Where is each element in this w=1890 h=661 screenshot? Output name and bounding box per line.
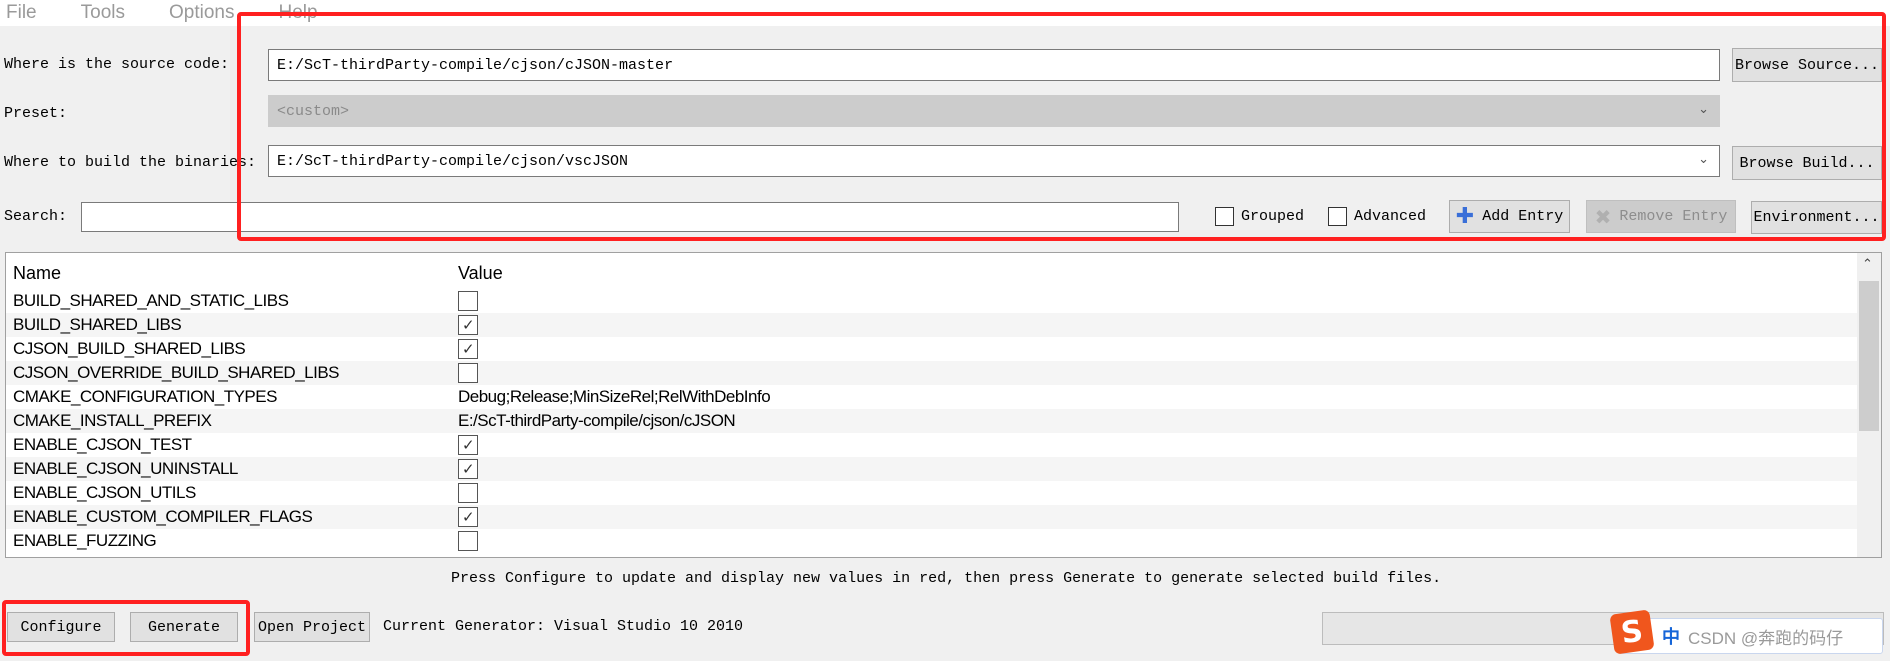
csdn-watermark: CSDN @奔跑的码仔 <box>1688 628 1844 648</box>
row-value-checkbox[interactable] <box>458 483 478 503</box>
current-generator: Current Generator: Visual Studio 10 2010 <box>383 618 744 635</box>
preset-label: Preset: <box>4 105 68 122</box>
open-project-button[interactable]: Open Project <box>254 612 370 642</box>
row-name: BUILD_SHARED_AND_STATIC_LIBS <box>13 291 289 310</box>
table-row[interactable]: ENABLE_FUZZING <box>6 529 1859 553</box>
row-name: ENABLE_CUSTOM_COMPILER_FLAGS <box>13 507 313 526</box>
table-row[interactable]: ENABLE_CUSTOM_COMPILER_FLAGS ✓ <box>6 505 1859 529</box>
build-label: Where to build the binaries: <box>4 154 257 171</box>
row-name: CMAKE_CONFIGURATION_TYPES <box>13 387 277 406</box>
empty-checkbox[interactable] <box>458 291 478 311</box>
row-name: CMAKE_INSTALL_PREFIX <box>13 411 212 430</box>
column-header-name[interactable]: Name <box>13 263 61 284</box>
row-value[interactable]: E:/ScT-thirdParty-compile/cjson/cJSON <box>458 411 736 431</box>
scroll-up-icon[interactable]: ⌃ <box>1862 257 1873 272</box>
menu-options[interactable]: Options <box>163 2 234 24</box>
empty-checkbox[interactable] <box>458 483 478 503</box>
status-message: Press Configure to update and display ne… <box>451 570 1442 587</box>
highlight-box-bottom <box>2 600 250 656</box>
checkmark-icon[interactable]: ✓ <box>458 339 478 359</box>
ime-toolbar: S 中 CSDN @奔跑的码仔 <box>1609 609 1883 655</box>
row-value-checkbox[interactable]: ✓ <box>458 315 478 335</box>
checkmark-icon[interactable]: ✓ <box>458 315 478 335</box>
scrollbar-thumb[interactable] <box>1859 281 1879 431</box>
table-row[interactable]: CMAKE_INSTALL_PREFIX E:/ScT-thirdParty-co… <box>6 409 1859 433</box>
vertical-scrollbar[interactable]: ⌃ <box>1857 253 1881 557</box>
menu-file[interactable]: File <box>0 2 37 24</box>
column-header-value[interactable]: Value <box>458 263 503 284</box>
menu-tools[interactable]: Tools <box>75 2 125 24</box>
row-value-checkbox[interactable] <box>458 531 478 551</box>
table-row[interactable]: ENABLE_CJSON_UTILS <box>6 481 1859 505</box>
table-row[interactable]: CJSON_BUILD_SHARED_LIBS ✓ <box>6 337 1859 361</box>
row-name: BUILD_SHARED_LIBS <box>13 315 182 334</box>
row-value-checkbox[interactable]: ✓ <box>458 459 478 479</box>
table-row[interactable]: CJSON_OVERRIDE_BUILD_SHARED_LIBS <box>6 361 1859 385</box>
row-value-checkbox[interactable]: ✓ <box>458 435 478 455</box>
cache-table: Name Value BUILD_SHARED_AND_STATIC_LIBS B… <box>5 252 1882 558</box>
table-row[interactable]: BUILD_SHARED_AND_STATIC_LIBS <box>6 289 1859 313</box>
checkmark-icon[interactable]: ✓ <box>458 459 478 479</box>
empty-checkbox[interactable] <box>458 363 478 383</box>
highlight-box-top <box>237 12 1886 241</box>
row-name: ENABLE_FUZZING <box>13 531 157 550</box>
row-name: ENABLE_CJSON_UNINSTALL <box>13 459 238 478</box>
source-label: Where is the source code: <box>4 56 230 73</box>
search-label: Search: <box>4 208 68 225</box>
table-row[interactable]: BUILD_SHARED_LIBS ✓ <box>6 313 1859 337</box>
table-row[interactable]: ENABLE_CJSON_TEST ✓ <box>6 433 1859 457</box>
row-name: ENABLE_CJSON_TEST <box>13 435 192 454</box>
empty-checkbox[interactable] <box>458 531 478 551</box>
row-value-checkbox[interactable]: ✓ <box>458 507 478 527</box>
row-value[interactable]: Debug;Release;MinSizeRel;RelWithDebInfo <box>458 387 771 407</box>
checkmark-icon[interactable]: ✓ <box>458 435 478 455</box>
ime-chinese-mode[interactable]: 中 <box>1662 623 1680 649</box>
row-value-checkbox[interactable]: ✓ <box>458 339 478 359</box>
row-name: CJSON_OVERRIDE_BUILD_SHARED_LIBS <box>13 363 340 382</box>
checkmark-icon[interactable]: ✓ <box>458 507 478 527</box>
row-value-checkbox[interactable] <box>458 291 478 311</box>
sogou-logo-icon: S <box>1609 609 1655 655</box>
row-name: CJSON_BUILD_SHARED_LIBS <box>13 339 246 358</box>
table-row[interactable]: ENABLE_CJSON_UNINSTALL ✓ <box>6 457 1859 481</box>
row-name: ENABLE_CJSON_UTILS <box>13 483 196 502</box>
row-value-checkbox[interactable] <box>458 363 478 383</box>
table-row[interactable]: CMAKE_CONFIGURATION_TYPES Debug;Release;M… <box>6 385 1859 409</box>
